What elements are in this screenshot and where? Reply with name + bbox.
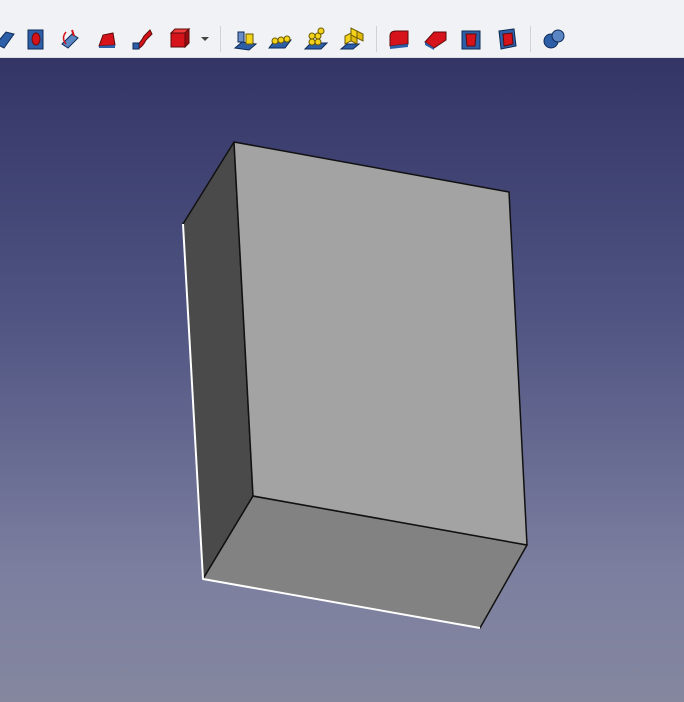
chamfer-button[interactable] [418, 22, 452, 56]
toolbar-separator [376, 26, 377, 52]
box-front-face[interactable] [233, 141, 528, 546]
additive-primitive-icon [169, 27, 191, 49]
fillet-button[interactable] [382, 22, 416, 56]
polar-pattern-icon [303, 27, 329, 50]
draft-button[interactable] [454, 22, 488, 56]
thickness-button[interactable] [490, 22, 524, 56]
boolean-button[interactable] [537, 22, 571, 56]
additive-loft-icon [98, 32, 116, 48]
linear-pattern-icon [268, 35, 292, 49]
multitransform-button[interactable] [335, 22, 369, 56]
draft-icon [461, 30, 481, 50]
toolbar-separator [530, 26, 531, 52]
thickness-icon [498, 28, 517, 50]
pocket-icon [27, 29, 44, 50]
chamfer-icon [424, 31, 447, 50]
mirrored-button[interactable] [228, 22, 262, 56]
linear-pattern-button[interactable] [263, 22, 297, 56]
fillet-icon [389, 30, 409, 49]
pocket-button[interactable] [19, 22, 53, 56]
primitive-dropdown-button[interactable] [196, 22, 214, 56]
additive-pipe-icon [132, 29, 153, 50]
3d-viewport[interactable] [0, 58, 684, 702]
multitransform-icon [339, 27, 364, 50]
revolution-button[interactable] [54, 22, 88, 56]
boolean-icon [543, 29, 565, 49]
pad-icon [0, 31, 15, 49]
additive-primitive-button[interactable] [162, 22, 196, 56]
part-design-toolbar [0, 0, 684, 58]
additive-loft-button[interactable] [90, 22, 124, 56]
dropdown-arrow-icon [201, 37, 209, 41]
3d-scene [182, 141, 528, 629]
revolution-icon [61, 29, 79, 49]
mirrored-icon [233, 31, 258, 51]
polar-pattern-button[interactable] [299, 22, 333, 56]
toolbar-separator [220, 26, 221, 52]
additive-pipe-button[interactable] [126, 22, 160, 56]
